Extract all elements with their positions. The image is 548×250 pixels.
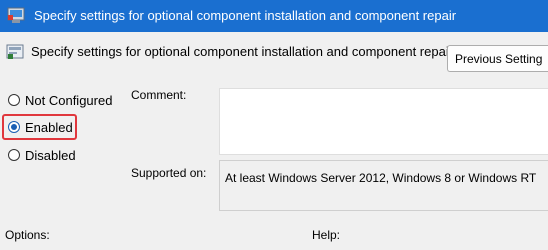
radio-enabled[interactable]: Enabled	[8, 118, 73, 136]
radio-not-configured[interactable]: Not Configured	[8, 91, 112, 109]
radio-circle-selected[interactable]	[8, 121, 20, 133]
radio-label: Disabled	[25, 147, 76, 163]
window-title: Specify settings for optional component …	[34, 8, 457, 23]
supported-on-field: At least Windows Server 2012, Windows 8 …	[219, 160, 548, 211]
help-label: Help:	[312, 228, 341, 242]
radio-label: Not Configured	[25, 92, 113, 108]
supported-on-label: Supported on:	[131, 166, 207, 180]
policy-editor-icon	[7, 6, 25, 24]
setting-title: Specify settings for optional component …	[31, 44, 454, 59]
radio-circle[interactable]	[8, 149, 20, 161]
title-bar: Specify settings for optional component …	[0, 0, 548, 32]
options-label: Options:	[5, 228, 50, 242]
previous-setting-button[interactable]: Previous Setting	[447, 45, 548, 72]
radio-label: Enabled	[25, 119, 73, 135]
supported-on-value: At least Windows Server 2012, Windows 8 …	[225, 171, 537, 185]
radio-circle[interactable]	[8, 94, 20, 106]
comment-label: Comment:	[131, 88, 187, 102]
comment-textarea[interactable]	[219, 88, 548, 155]
setting-icon	[6, 43, 24, 61]
radio-disabled[interactable]: Disabled	[8, 146, 76, 164]
